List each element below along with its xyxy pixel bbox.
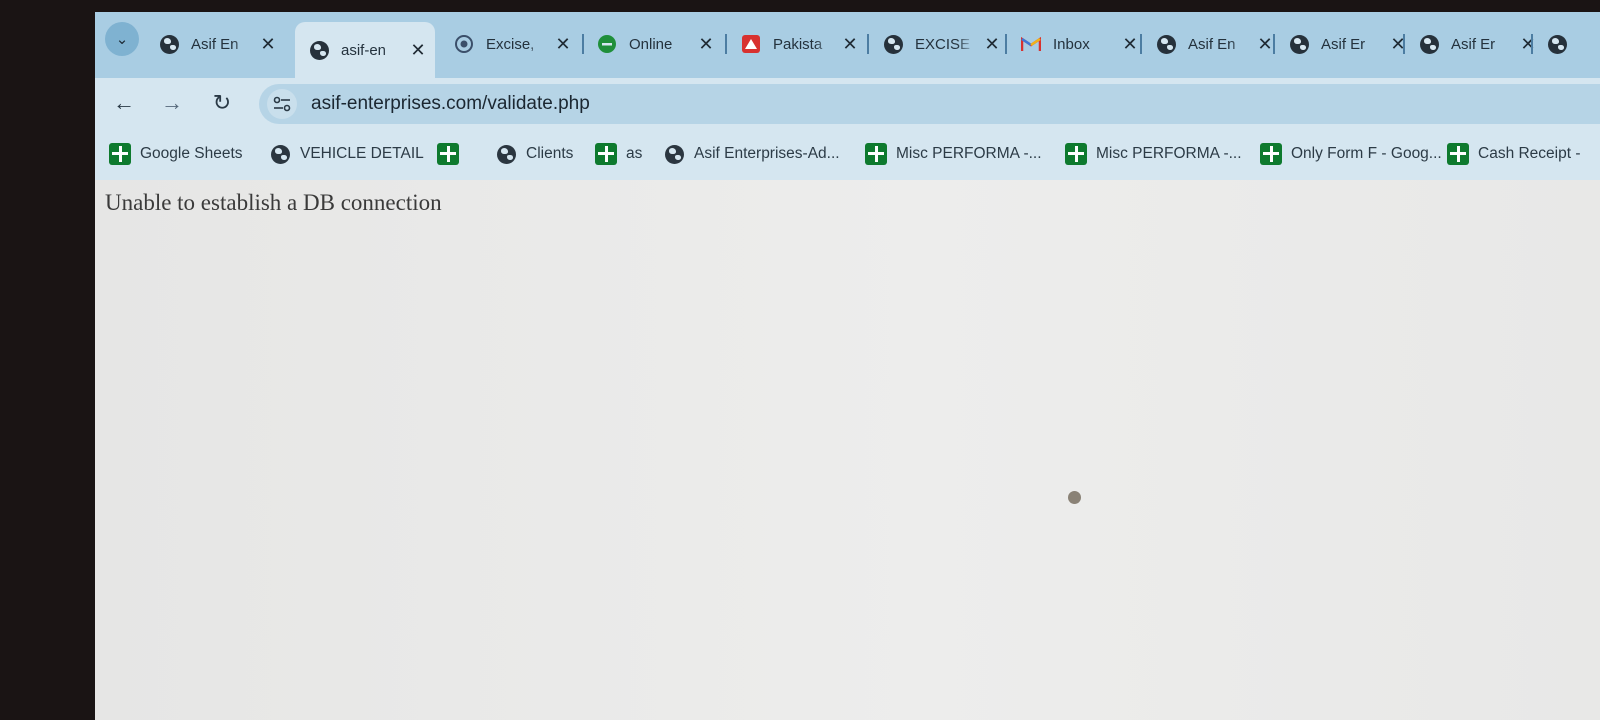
sheets-icon xyxy=(865,143,887,165)
bookmark-label: Google Sheets xyxy=(140,145,243,162)
tab-label: Asif En xyxy=(191,35,239,53)
bookmarks-bar: Google Sheets VEHICLE DETAIL Clients as … xyxy=(95,128,1600,180)
globe-icon xyxy=(883,34,903,54)
sheets-icon xyxy=(437,143,459,165)
tab-label: Excise, xyxy=(486,35,535,53)
screen-speck xyxy=(1068,491,1081,504)
globe-icon xyxy=(663,143,685,165)
bookmark-misc-performa-1[interactable]: Misc PERFORMA -... xyxy=(865,142,1042,166)
address-bar[interactable]: asif-enterprises.com/validate.php xyxy=(259,84,1600,124)
tab-label: Online xyxy=(629,35,673,53)
arrow-right-icon: → xyxy=(161,90,183,115)
tab-asif-en-active[interactable]: asif-en ✕ xyxy=(295,22,435,78)
sheets-icon xyxy=(1260,143,1282,165)
browser-window: ⌄ Asif En ✕ asif-en ✕ Excise, ✕ Online ✕… xyxy=(95,12,1600,720)
bookmark-google-sheets[interactable]: Google Sheets xyxy=(109,142,243,166)
tab-excise-2[interactable]: EXCISE ✕ xyxy=(869,24,1001,64)
tab-close-icon[interactable]: ✕ xyxy=(409,40,427,61)
page-content: Unable to establish a DB connection xyxy=(95,180,1600,720)
bookmark-as[interactable]: as xyxy=(595,142,642,166)
bookmark-label: VEHICLE DETAIL xyxy=(300,145,424,162)
error-message: Unable to establish a DB connection xyxy=(105,190,442,215)
bookmark-label: Misc PERFORMA -... xyxy=(1096,145,1242,162)
arrow-left-icon: ← xyxy=(113,90,135,115)
tab-asif-en-2[interactable]: Asif En ✕ xyxy=(1142,24,1274,64)
tab-close-icon[interactable]: ✕ xyxy=(554,34,572,55)
emblem-icon xyxy=(454,34,474,54)
reload-button[interactable]: ↻ xyxy=(207,88,237,118)
site-info-button[interactable] xyxy=(267,89,297,119)
gmail-icon xyxy=(1021,34,1041,54)
tab-partial[interactable] xyxy=(1533,24,1579,64)
tune-icon xyxy=(273,96,291,112)
url-text: asif-enterprises.com/validate.php xyxy=(311,93,590,114)
globe-icon xyxy=(1156,34,1176,54)
tab-inbox[interactable]: Inbox ✕ xyxy=(1007,24,1139,64)
bookmark-misc-performa-2[interactable]: Misc PERFORMA -... xyxy=(1065,142,1242,166)
bookmark-label: as xyxy=(626,145,643,162)
sheets-icon xyxy=(1065,143,1087,165)
bookmark-asif-enterprises-ad[interactable]: Asif Enterprises-Ad... xyxy=(663,142,840,166)
sheets-icon xyxy=(595,143,617,165)
red-logo-icon xyxy=(741,34,761,54)
bookmark-label: Only Form F - Goog... xyxy=(1291,145,1442,162)
tab-excise[interactable]: Excise, ✕ xyxy=(440,24,572,64)
tab-asif-er-1[interactable]: Asif Er ✕ xyxy=(1275,24,1407,64)
tab-close-icon[interactable]: ✕ xyxy=(983,34,1001,55)
bookmark-label: Misc PERFORMA -... xyxy=(896,145,1042,162)
chevron-down-icon: ⌄ xyxy=(115,31,129,48)
sheets-icon xyxy=(109,143,131,165)
bookmark-clients[interactable]: Clients xyxy=(495,142,573,166)
bookmark-label: Asif Enterprises-Ad... xyxy=(694,145,840,162)
tab-pakista[interactable]: Pakista ✕ xyxy=(727,24,859,64)
tab-online[interactable]: Online ✕ xyxy=(583,24,715,64)
globe-icon xyxy=(1289,34,1309,54)
bookmark-label: Cash Receipt - xyxy=(1478,145,1581,162)
tab-label: Asif Er xyxy=(1321,35,1366,53)
bookmark-sheet-unnamed[interactable] xyxy=(437,142,468,166)
tab-asif-en-1[interactable]: Asif En ✕ xyxy=(145,24,277,64)
tab-label: Inbox xyxy=(1053,35,1090,53)
tab-asif-er-2[interactable]: Asif Er ✕ xyxy=(1405,24,1537,64)
tab-close-icon[interactable]: ✕ xyxy=(841,34,859,55)
tab-label: asif-en xyxy=(341,41,387,59)
globe-icon xyxy=(159,34,179,54)
tab-search-button[interactable]: ⌄ xyxy=(105,22,139,56)
bookmark-label: Clients xyxy=(526,145,574,162)
edge-icon xyxy=(597,34,617,54)
bookmark-only-form-f[interactable]: Only Form F - Goog... xyxy=(1260,142,1442,166)
tab-label: Pakista xyxy=(773,35,823,53)
globe-icon xyxy=(1547,34,1567,54)
reload-icon: ↻ xyxy=(212,90,232,115)
globe-icon xyxy=(1419,34,1439,54)
back-button[interactable]: ← xyxy=(109,88,139,118)
tab-close-icon[interactable]: ✕ xyxy=(1256,34,1274,55)
tab-label: Asif Er xyxy=(1451,35,1496,53)
tab-close-icon[interactable]: ✕ xyxy=(1121,34,1139,55)
globe-icon xyxy=(269,143,291,165)
globe-icon xyxy=(309,40,329,60)
tab-label: Asif En xyxy=(1188,35,1236,53)
tab-close-icon[interactable]: ✕ xyxy=(697,34,715,55)
forward-button[interactable]: → xyxy=(157,88,187,118)
sheets-icon xyxy=(1447,143,1469,165)
tab-strip: ⌄ Asif En ✕ asif-en ✕ Excise, ✕ Online ✕… xyxy=(95,12,1600,78)
tab-label: EXCISE xyxy=(915,35,971,53)
toolbar: ← → ↻ asif-enterprises.com/validate.php xyxy=(95,78,1600,128)
globe-icon xyxy=(495,143,517,165)
bookmark-vehicle-detail[interactable]: VEHICLE DETAIL xyxy=(269,142,424,166)
bookmark-cash-receipt[interactable]: Cash Receipt - xyxy=(1447,142,1581,166)
tab-close-icon[interactable]: ✕ xyxy=(259,34,277,55)
